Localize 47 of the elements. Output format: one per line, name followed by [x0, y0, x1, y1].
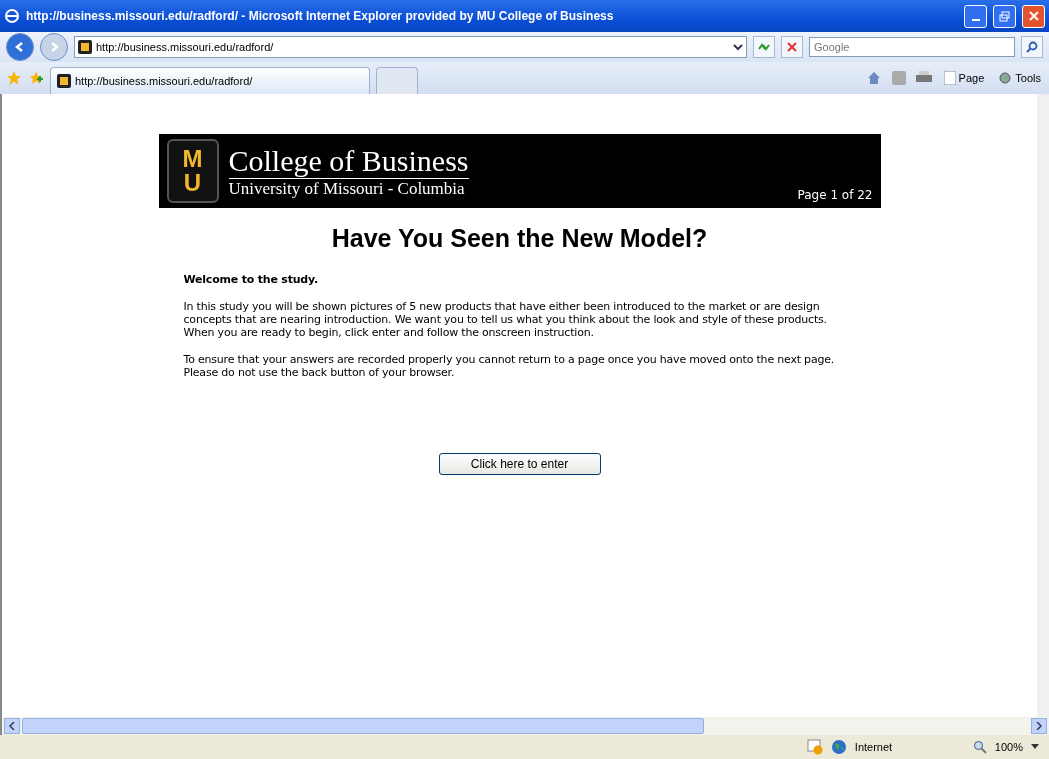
refresh-icon [757, 41, 771, 53]
search-button[interactable] [1021, 36, 1043, 58]
browser-tab[interactable]: http://business.missouri.edu/radford/ [50, 67, 370, 94]
body-paragraph: In this study you will be shown pictures of 5 new products that have either been introduced to the market or are design concepts that are nearing introduction. We want you to tell us what you think about the look and style of these products. When you are ready to begin, click enter and follow the onscreen instruction. [183, 300, 828, 339]
zoom-icon[interactable] [972, 740, 987, 754]
address-field[interactable]: http://business.missouri.edu/radford/ [74, 36, 747, 58]
page-menu[interactable]: Page [941, 71, 987, 85]
stop-button[interactable] [781, 36, 803, 58]
search-field[interactable]: Google [809, 37, 1015, 57]
warning-icon [806, 739, 823, 755]
scroll-right-button[interactable] [1031, 718, 1047, 734]
minimize-icon [971, 19, 980, 21]
page-icon [943, 71, 956, 85]
search-icon [1026, 41, 1038, 53]
scrollbar-thumb[interactable] [22, 718, 704, 734]
zoom-level[interactable]: 100% [994, 741, 1023, 753]
forward-button[interactable] [40, 33, 68, 61]
gear-icon [998, 71, 1013, 85]
dropdown-caret-icon[interactable] [733, 42, 743, 52]
star-icon[interactable] [6, 70, 22, 86]
minimize-button[interactable] [964, 4, 987, 28]
body-paragraph: To ensure that your answers are recorded properly you cannot return to a page once you have moved onto the next page. Please do not use the back button of your browser. [183, 353, 836, 379]
university-subtitle: University of Missouri - Columbia [228, 178, 466, 199]
scroll-left-button[interactable] [4, 718, 20, 734]
close-button[interactable] [1022, 4, 1045, 28]
university-logo: M U [166, 139, 219, 203]
zone-label: Internet [854, 741, 894, 753]
restore-icon [999, 10, 1010, 22]
globe-icon [830, 739, 847, 755]
college-title: College of Business [228, 143, 469, 179]
page-indicator: Page 1 of 22 [797, 188, 873, 202]
maximize-button[interactable] [993, 4, 1016, 28]
logo-icon [57, 74, 71, 88]
printer-icon[interactable] [915, 71, 932, 85]
tools-menu[interactable]: Tools [996, 71, 1043, 85]
stop-icon [787, 42, 797, 52]
logo-icon [78, 40, 92, 54]
browser-icon [4, 8, 20, 24]
back-button[interactable] [6, 33, 34, 61]
enter-button[interactable]: Click here to enter [438, 453, 601, 475]
close-icon [1028, 11, 1039, 21]
page-heading: Have You Seen the New Model? [331, 224, 708, 253]
caret-icon[interactable] [1031, 744, 1039, 750]
add-favorite-icon[interactable] [28, 70, 44, 86]
welcome-text: Welcome to the study. [183, 273, 319, 286]
window-title: http://business.missouri.edu/radford/ - Microsoft Internet Explorer provided by MU College of Business [26, 9, 615, 23]
refresh-button[interactable] [753, 36, 775, 58]
